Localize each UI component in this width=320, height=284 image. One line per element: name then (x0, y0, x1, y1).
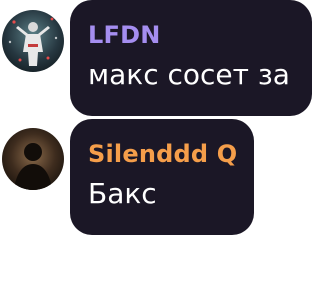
message-author[interactable]: Silenddd Q (88, 139, 254, 169)
message-text: Бакс (88, 177, 157, 210)
message-author[interactable]: LFDN (88, 20, 312, 50)
chat-message: LFDN макс сосет за (0, 0, 320, 116)
user-avatar-icon (2, 10, 64, 72)
message-bubble: LFDN макс сосет за (70, 0, 312, 116)
message-text: макс сосет за (88, 58, 290, 91)
message-bubble: Silenddd Q Бакс (70, 119, 254, 235)
chat-message: Silenddd Q Бакс (0, 119, 320, 235)
user-avatar[interactable] (2, 10, 64, 72)
user-avatar[interactable] (2, 128, 64, 190)
user-avatar-icon (2, 128, 64, 190)
